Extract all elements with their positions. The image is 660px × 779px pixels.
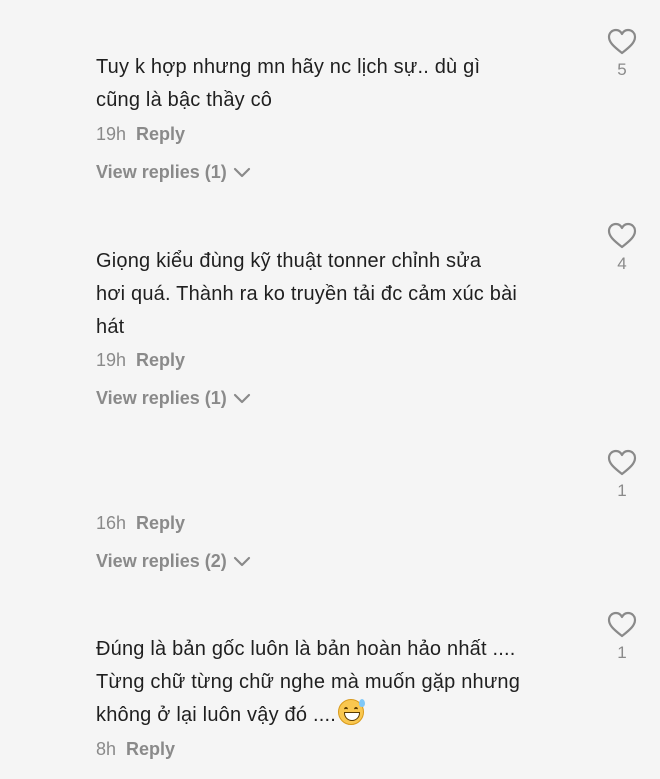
heart-outline-icon: [607, 28, 637, 55]
like-count: 1: [617, 481, 627, 500]
view-replies-button[interactable]: View replies (1): [96, 162, 251, 183]
reply-button[interactable]: Reply: [126, 739, 175, 759]
like-count: 5: [617, 60, 627, 79]
reply-button[interactable]: Reply: [136, 513, 185, 533]
comment-time: 19h: [96, 350, 127, 370]
view-replies-label: View replies (1): [96, 388, 227, 408]
comment-text-line: hơi quá. Thành ra ko truyền tải đc cảm x…: [96, 283, 518, 305]
view-replies-label: View replies (2): [96, 551, 227, 571]
heart-outline-icon: [607, 222, 637, 249]
comment-meta: 19h Reply: [96, 124, 185, 145]
heart-outline-icon: [607, 611, 637, 638]
comment-meta: 16h Reply: [96, 513, 185, 534]
like-count: 1: [617, 643, 627, 662]
comment-text: Giọng kiểu đùng kỹ thuật tonner chỉnh sử…: [96, 245, 586, 344]
comment-text-line: Đúng là bản gốc luôn là bản hoàn hảo nhấ…: [96, 638, 516, 660]
view-replies-button[interactable]: View replies (2): [96, 551, 251, 572]
like-button[interactable]: 1: [604, 611, 640, 663]
like-button[interactable]: 4: [604, 222, 640, 274]
reply-button[interactable]: Reply: [136, 350, 185, 370]
grinning-face-with-sweat-icon: [337, 699, 365, 725]
comment-text-fragment: không ở lại luôn vậy đó ....: [96, 704, 336, 726]
comment-text-line: Từng chữ từng chữ nghe mà muốn gặp nhưng: [96, 671, 521, 693]
chevron-down-icon: [233, 393, 250, 403]
like-count: 4: [617, 254, 627, 273]
reply-button[interactable]: Reply: [136, 124, 185, 144]
comment-text: Tuy k hợp nhưng mn hãy nc lịch sự.. dù g…: [96, 51, 586, 117]
comment-text-line: Giọng kiểu đùng kỹ thuật tonner chỉnh sử…: [96, 250, 482, 272]
like-button[interactable]: 1: [604, 449, 640, 501]
comment-time: 16h: [96, 513, 127, 533]
comment-meta: 8h Reply: [96, 739, 175, 760]
comment-text-line: hát: [96, 316, 125, 338]
comment-text-line: cũng là bậc thầy cô: [96, 89, 273, 111]
view-replies-label: View replies (1): [96, 162, 227, 182]
chevron-down-icon: [233, 556, 250, 566]
like-button[interactable]: 5: [604, 28, 640, 80]
comment-meta: 19h Reply: [96, 350, 185, 371]
comment-text-line: Tuy k hợp nhưng mn hãy nc lịch sự.. dù g…: [96, 56, 481, 78]
comment-time: 19h: [96, 124, 127, 144]
view-replies-button[interactable]: View replies (1): [96, 388, 251, 409]
chevron-down-icon: [233, 167, 250, 177]
comment-text: Đúng là bản gốc luôn là bản hoàn hảo nhấ…: [96, 633, 586, 732]
comment-time: 8h: [96, 739, 117, 759]
comment-text-line: không ở lại luôn vậy đó ....: [96, 699, 586, 732]
heart-outline-icon: [607, 449, 637, 476]
